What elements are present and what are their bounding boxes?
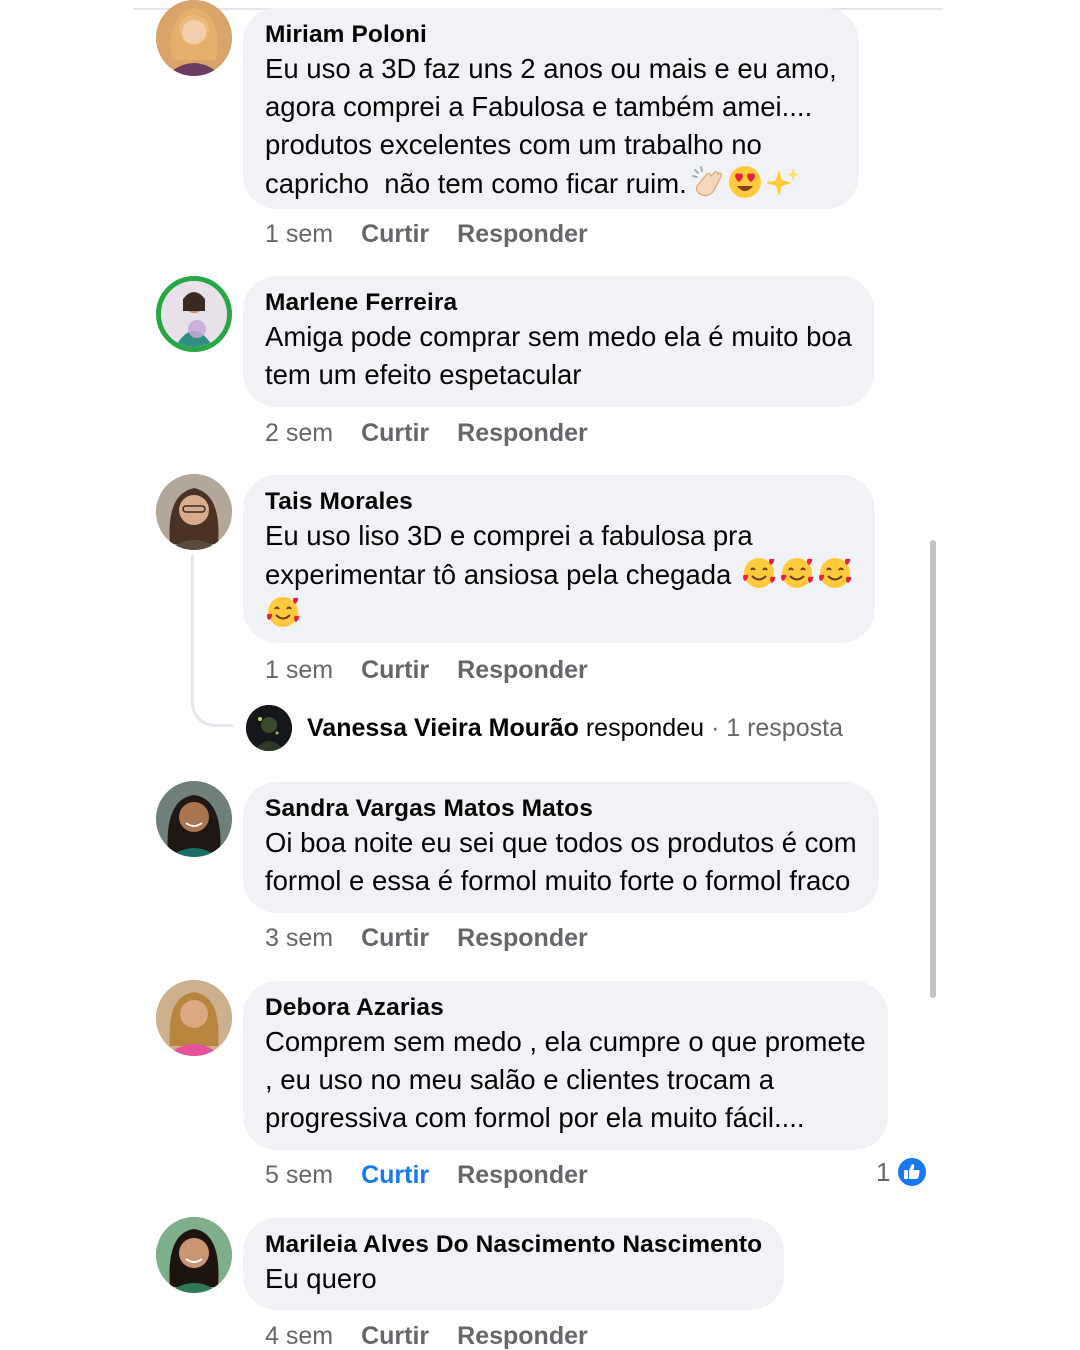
comment-line: capricho não tem como ficar ruim. bbox=[265, 168, 687, 199]
reply-button[interactable]: Responder bbox=[457, 923, 588, 953]
comment-time[interactable]: 5 sem bbox=[265, 1160, 333, 1190]
comment-actions: 1 sem Curtir Responder bbox=[265, 655, 588, 685]
comment-bubble: Marileia Alves Do Nascimento Nascimento … bbox=[243, 1218, 785, 1310]
comment-line: Eu uso liso 3D e comprei a fabulosa pra bbox=[265, 520, 753, 551]
comment-actions: 5 sem Curtir Responder bbox=[265, 1160, 588, 1190]
comment-line: Comprem sem medo , ela cumpre o que prom… bbox=[265, 1026, 866, 1057]
comment-text: Amiga pode comprar sem medo ela é muito … bbox=[265, 318, 852, 394]
avatar[interactable] bbox=[156, 474, 232, 550]
avatar[interactable] bbox=[156, 276, 232, 352]
comment-text: Eu uso a 3D faz uns 2 anos ou mais e eu … bbox=[265, 50, 837, 203]
comment-time[interactable]: 2 sem bbox=[265, 418, 333, 448]
reply-thread-line bbox=[191, 555, 233, 727]
comment-text: Eu uso liso 3D e comprei a fabulosa pra … bbox=[265, 517, 853, 633]
comment-author[interactable]: Sandra Vargas Matos Matos bbox=[265, 794, 857, 824]
comment-line: experimentar tô ansiosa pela chegada bbox=[265, 559, 732, 590]
comment-line: Eu quero bbox=[265, 1263, 377, 1294]
comment-bubble: Debora Azarias Comprem sem medo , ela cu… bbox=[243, 981, 888, 1150]
comment-actions: 4 sem Curtir Responder bbox=[265, 1321, 588, 1350]
comment-line: , eu uso no meu salão e clientes trocam … bbox=[265, 1064, 775, 1095]
comment-bubble: Miriam Poloni Eu uso a 3D faz uns 2 anos… bbox=[243, 8, 859, 209]
view-replies-link[interactable]: Vanessa Vieira Mourão respondeu · 1 resp… bbox=[246, 705, 843, 751]
avatar[interactable] bbox=[156, 781, 232, 857]
reaction-count[interactable]: 1 bbox=[876, 1156, 929, 1188]
comment-time[interactable]: 4 sem bbox=[265, 1321, 333, 1350]
reply-button[interactable]: Responder bbox=[457, 655, 588, 685]
comment-time[interactable]: 3 sem bbox=[265, 923, 333, 953]
comment-time[interactable]: 1 sem bbox=[265, 219, 333, 249]
avatar[interactable] bbox=[156, 0, 232, 76]
comment-line: progressiva com formol por ela muito fác… bbox=[265, 1102, 805, 1133]
comment-author[interactable]: Debora Azarias bbox=[265, 993, 866, 1023]
sparkles-icon bbox=[765, 168, 799, 196]
comment-line: formol e essa é formol muito forte o for… bbox=[265, 865, 851, 896]
smiling-face-with-hearts-icon bbox=[267, 597, 300, 627]
reply-button[interactable]: Responder bbox=[457, 1321, 588, 1350]
comment-author[interactable]: Marlene Ferreira bbox=[265, 288, 852, 318]
comment-actions: 1 sem Curtir Responder bbox=[265, 219, 588, 249]
like-count: 1 bbox=[876, 1156, 891, 1187]
reply-button[interactable]: Responder bbox=[457, 1160, 588, 1190]
comment-actions: 2 sem Curtir Responder bbox=[265, 418, 588, 448]
comment-author[interactable]: Tais Morales bbox=[265, 487, 853, 517]
comment-text: Oi boa noite eu sei que todos os produto… bbox=[265, 824, 857, 900]
reply-action: respondeu bbox=[585, 713, 705, 742]
scrollbar[interactable] bbox=[930, 540, 936, 998]
reply-count: · 1 resposta bbox=[704, 713, 843, 742]
reply-author[interactable]: Vanessa Vieira Mourão bbox=[307, 714, 579, 742]
comment-line: tem um efeito espetacular bbox=[265, 359, 582, 390]
avatar[interactable] bbox=[246, 705, 292, 751]
smiling-face-with-hearts-icon bbox=[742, 558, 776, 588]
comment-line: agora comprei a Fabulosa e também amei..… bbox=[265, 91, 813, 122]
comment-text: Eu quero bbox=[265, 1260, 762, 1298]
comment-bubble: Tais Morales Eu uso liso 3D e comprei a … bbox=[243, 475, 875, 643]
smiling-face-with-hearts-icon bbox=[780, 558, 814, 588]
like-button[interactable]: Curtir bbox=[361, 1321, 429, 1350]
comment-bubble: Marlene Ferreira Amiga pode comprar sem … bbox=[243, 276, 874, 407]
comment-line: Amiga pode comprar sem medo ela é muito … bbox=[265, 321, 852, 352]
comment-author[interactable]: Marileia Alves Do Nascimento Nascimento bbox=[265, 1230, 762, 1260]
comment-time[interactable]: 1 sem bbox=[265, 655, 333, 685]
like-button[interactable]: Curtir bbox=[361, 655, 429, 685]
comment-bubble: Sandra Vargas Matos Matos Oi boa noite e… bbox=[243, 782, 879, 913]
comment-text: Comprem sem medo , ela cumpre o que prom… bbox=[265, 1023, 866, 1137]
avatar[interactable] bbox=[156, 1217, 232, 1293]
comment-line: produtos excelentes com um trabalho no bbox=[265, 129, 762, 160]
comment-actions: 3 sem Curtir Responder bbox=[265, 923, 588, 953]
avatar[interactable] bbox=[156, 980, 232, 1056]
heart-eyes-icon bbox=[728, 166, 761, 198]
reply-button[interactable]: Responder bbox=[457, 219, 588, 249]
comment-line: Oi boa noite eu sei que todos os produto… bbox=[265, 827, 857, 858]
comment-author[interactable]: Miriam Poloni bbox=[265, 20, 837, 50]
like-button[interactable]: Curtir bbox=[361, 1160, 429, 1190]
reply-summary[interactable]: Vanessa Vieira Mourão respondeu · 1 resp… bbox=[307, 714, 843, 743]
reply-button[interactable]: Responder bbox=[457, 418, 588, 448]
clapping-hands-icon bbox=[691, 166, 722, 197]
thumbs-up-icon bbox=[896, 1156, 929, 1188]
like-button[interactable]: Curtir bbox=[361, 418, 429, 448]
comment-line: Eu uso a 3D faz uns 2 anos ou mais e eu … bbox=[265, 53, 837, 84]
smiling-face-with-hearts-icon bbox=[818, 558, 852, 588]
like-button[interactable]: Curtir bbox=[361, 923, 429, 953]
like-button[interactable]: Curtir bbox=[361, 219, 429, 249]
